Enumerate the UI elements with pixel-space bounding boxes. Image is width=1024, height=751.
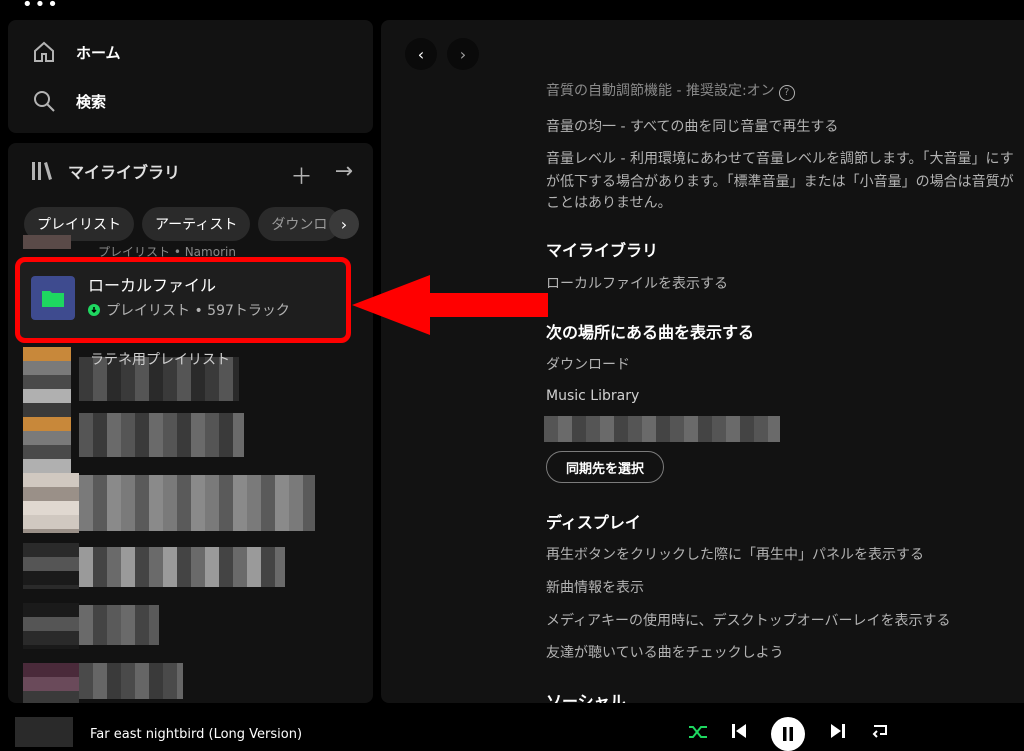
- setting-volume-2: が低下する場合があります。「標準音量」または「小音量」の場合は音質が: [546, 174, 1014, 190]
- shuffle-icon[interactable]: [688, 723, 708, 741]
- download-icon: [88, 304, 100, 316]
- chip-artist[interactable]: アーティスト: [142, 207, 251, 241]
- source-music-library: Music Library: [546, 388, 640, 404]
- folder-icon: [31, 276, 75, 320]
- arrow-right-icon[interactable]: →: [335, 159, 353, 191]
- pause-icon: [783, 727, 793, 741]
- menu-dots-icon[interactable]: •••: [22, 0, 60, 15]
- local-files-subtitle: プレイリスト • 597トラック: [88, 300, 290, 320]
- nav-home[interactable]: ホーム: [32, 40, 121, 64]
- next-icon[interactable]: [830, 723, 846, 739]
- chevron-left-icon[interactable]: ‹: [405, 38, 437, 70]
- annotation-arrow-icon: [352, 275, 548, 335]
- setting-display-1: 再生ボタンをクリックした際に「再生中」パネルを表示する: [546, 547, 924, 563]
- repeat-icon[interactable]: [871, 723, 889, 739]
- nav-panel: ホーム 検索: [8, 20, 373, 133]
- plus-icon[interactable]: ＋: [291, 159, 313, 191]
- local-files-meta: プレイリスト • 597トラック: [106, 303, 290, 319]
- sources-section-heading: 次の場所にある曲を表示する: [546, 323, 755, 342]
- previous-icon[interactable]: [731, 723, 747, 739]
- display-section-heading: ディスプレイ: [546, 513, 641, 532]
- library-title: マイライブラリ: [68, 163, 181, 182]
- nav-home-label: ホーム: [76, 43, 121, 62]
- library-header[interactable]: マイライブラリ: [30, 159, 180, 183]
- library-icon: [32, 162, 52, 180]
- setting-display-3: メディアキーの使用時に、デスクトップオーバーレイを表示する: [546, 613, 951, 629]
- chevron-right-icon[interactable]: ›: [447, 38, 479, 70]
- setting-display-2: 新曲情報を表示: [546, 580, 644, 596]
- filter-chips: プレイリスト アーティスト ダウンロ: [24, 207, 364, 241]
- setting-volume-3: ことはありません。: [546, 195, 672, 211]
- setting-volume-1: 音量レベル - 利用環境にあわせて音量レベルを調節します。「大音量」にす: [546, 151, 1014, 167]
- setting-display-4: 友達が聴いている曲をチェックしよう: [546, 645, 784, 661]
- local-files-title: ローカルファイル: [88, 276, 217, 295]
- setting-show-local: ローカルファイルを表示する: [546, 276, 728, 292]
- source-download: ダウンロード: [546, 357, 630, 373]
- chevron-right-icon[interactable]: ›: [329, 209, 359, 239]
- search-icon: [34, 91, 55, 112]
- help-icon[interactable]: ?: [778, 85, 795, 101]
- settings-panel: ‹ › 音質の自動調節機能 - 推奨設定:オン? 音量の均一 - すべての曲を同…: [381, 20, 1024, 703]
- list-item-local-files[interactable]: ローカルファイル プレイリスト • 597トラック: [15, 257, 351, 343]
- list-item-partial-2[interactable]: ラテネ用プレイリスト: [90, 349, 230, 369]
- select-sync-button[interactable]: 同期先を選択: [546, 451, 664, 483]
- nav-search-label: 検索: [76, 92, 107, 111]
- nav-search[interactable]: 検索: [32, 89, 106, 113]
- home-icon: [34, 41, 54, 62]
- player-bar: Far east nightbird (Long Version): [0, 703, 1024, 751]
- setting-normalize: 音量の均一 - すべての曲を同じ音量で再生する: [546, 119, 839, 135]
- library-panel: マイライブラリ ＋ → プレイリスト アーティスト ダウンロ › プレイリスト …: [8, 143, 373, 703]
- setting-auto-quality: 音質の自動調節機能 - 推奨設定:オン?: [546, 80, 795, 101]
- social-section-heading: ソーシャル: [546, 692, 626, 703]
- library-section-heading: マイライブラリ: [546, 241, 659, 260]
- now-playing-cover[interactable]: [15, 717, 73, 747]
- pause-button[interactable]: [771, 717, 805, 751]
